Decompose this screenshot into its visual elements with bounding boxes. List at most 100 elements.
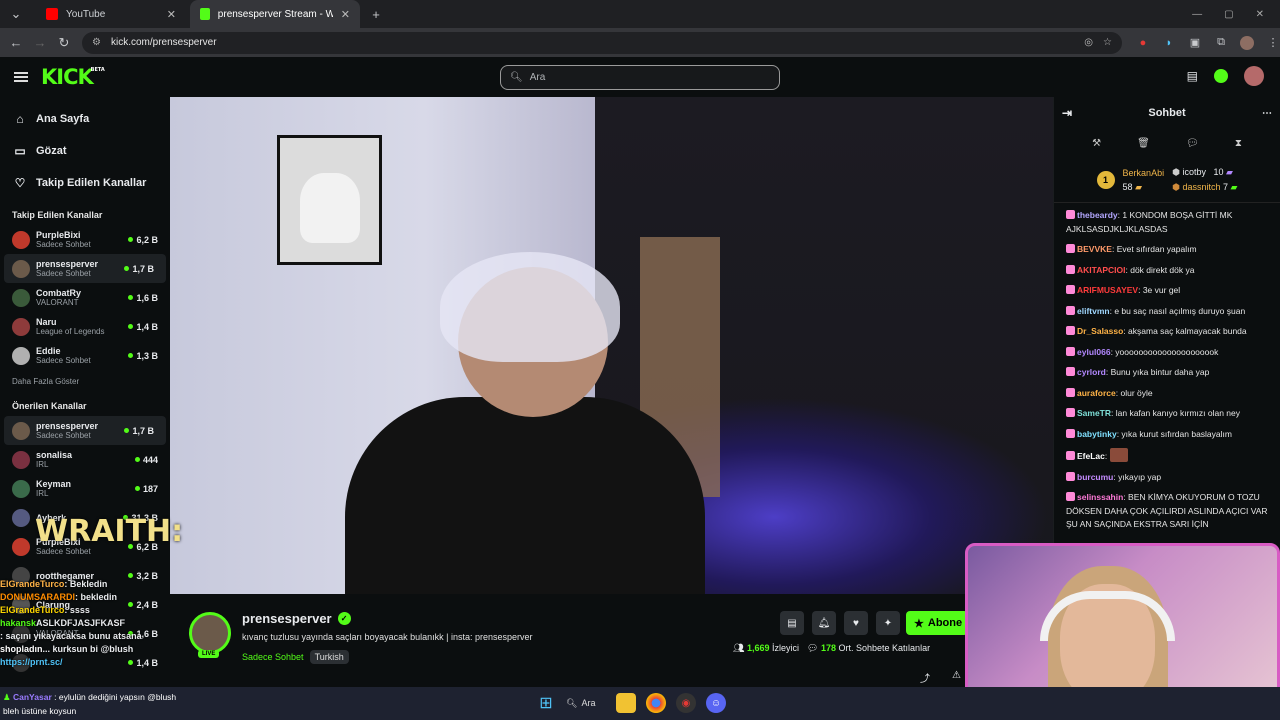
report-icon[interactable]: ⚠	[952, 670, 961, 681]
message-icon[interactable]: 💬︎	[1186, 138, 1199, 149]
sidebar-channel[interactable]: CombatRy VALORANT 1,6 B	[0, 283, 170, 312]
chat-username[interactable]: AKITAPCIOI	[1077, 265, 1125, 275]
chat-menu-icon[interactable]: ⋯	[1262, 108, 1272, 119]
sidebar-channel[interactable]: prensesperver Sadece Sohbet 1,7 B	[4, 416, 166, 445]
taskbar-search[interactable]: 🔍︎ Ara	[566, 693, 606, 713]
chat-text: yıkayıp yap	[1118, 471, 1162, 482]
reload-icon[interactable]: ↻	[52, 35, 76, 51]
chrome-icon[interactable]	[646, 693, 666, 713]
channel-category: Sadece Sohbet	[36, 431, 91, 440]
tab-title: prensesperver Stream - Watch l	[217, 8, 333, 20]
tab-kick[interactable]: prensesperver Stream - Watch l ✕	[190, 0, 360, 28]
stream-info: LIVE prensesperver ✓ kıvanç tuzlusu yayı…	[170, 594, 1053, 687]
chat-username[interactable]: eliftvmn	[1077, 306, 1110, 316]
tab-list-button[interactable]: ⌄	[4, 6, 28, 22]
channel-category: IRL	[36, 460, 49, 469]
forward-icon[interactable]: →	[28, 35, 52, 50]
emote	[1109, 448, 1128, 462]
nav-following[interactable]: ♡ Takip Edilen Kanallar	[14, 167, 156, 199]
user-avatar[interactable]	[1244, 66, 1264, 86]
extension-icon[interactable]: ●	[1136, 36, 1150, 50]
bell-icon[interactable]: 🔔︎	[812, 611, 836, 635]
sidebar-channel[interactable]: Keyman IRL 187	[0, 474, 170, 503]
profile-avatar[interactable]	[1240, 35, 1254, 50]
menu-dots-icon[interactable]: ⋮	[1266, 36, 1280, 50]
video-player[interactable]	[170, 97, 1053, 594]
subscribe-button[interactable]: ★ Abone	[906, 611, 968, 635]
nav-home[interactable]: ⌂ Ana Sayfa	[14, 103, 156, 135]
language-tag[interactable]: Turkish	[309, 650, 349, 664]
windows-start-icon[interactable]: ⊞	[536, 693, 556, 713]
new-tab-button[interactable]: +	[364, 7, 388, 22]
eye-off-icon[interactable]: ◎	[1084, 37, 1093, 48]
puzzle-icon[interactable]: ⧉	[1214, 36, 1228, 50]
channel-avatar	[12, 317, 30, 336]
back-icon[interactable]: ←	[4, 35, 28, 50]
site-info-icon[interactable]: ⚙	[92, 37, 101, 48]
live-dot-icon	[134, 486, 140, 491]
discord-icon[interactable]: ☺	[706, 693, 726, 713]
channel-avatar	[12, 288, 30, 307]
streamer-name[interactable]: prensesperver ✓	[242, 611, 351, 626]
file-explorer-icon[interactable]	[616, 693, 636, 713]
chat-username[interactable]: SameTR	[1077, 408, 1111, 418]
chat-text: olur öyle	[1120, 387, 1153, 398]
clip-icon[interactable]: ▤	[780, 611, 804, 635]
sub-badge-icon	[1066, 408, 1075, 417]
kick-logo[interactable]: KICK BETA	[41, 65, 105, 89]
channel-category: Sadece Sohbet	[36, 356, 91, 365]
share-icon[interactable]: ⤴	[920, 670, 930, 685]
chat-username[interactable]: BEVVKE	[1077, 244, 1112, 254]
chat-username[interactable]: EfeLac	[1077, 451, 1105, 461]
chat-text: Bunu yıka bintur daha yap	[1110, 367, 1210, 377]
channel-viewers: 1,7 B	[124, 264, 154, 274]
hourglass-icon[interactable]: ⧗	[1235, 138, 1242, 149]
star-icon: ★	[914, 617, 924, 630]
collapse-chat-icon[interactable]: ⇥	[1062, 106, 1072, 120]
sidebar-channel[interactable]: Eddie Sadece Sohbet 1,3 B	[0, 341, 170, 370]
chat-username[interactable]: burcumu	[1077, 472, 1113, 482]
sub-badge-icon	[1066, 285, 1075, 294]
sparkle-icon[interactable]: ✦	[876, 611, 900, 635]
url-field[interactable]: ⚙ kick.com/prensesperver ◎ ☆	[82, 31, 1122, 54]
chat-username[interactable]: babytinky	[1077, 429, 1117, 439]
tab-youtube[interactable]: YouTube ✕	[36, 0, 186, 28]
nav-browse[interactable]: ▭ Gözat	[14, 135, 156, 167]
follow-heart-icon[interactable]: ♥	[844, 611, 868, 635]
app-icon[interactable]: ◉	[676, 693, 696, 713]
sidebar-channel[interactable]: Naru League of Legends 1,4 B	[0, 312, 170, 341]
minimize-icon[interactable]: —	[1192, 9, 1202, 20]
sidebar-channel[interactable]: prensesperver Sadece Sohbet 1,7 B	[4, 254, 166, 283]
trash-icon[interactable]: 🗑︎	[1137, 138, 1150, 149]
chat-username[interactable]: cyrlord	[1077, 367, 1106, 377]
close-window-icon[interactable]: ✕	[1256, 9, 1264, 20]
maximize-icon[interactable]: ▢	[1224, 9, 1233, 20]
chat-username[interactable]: ARIFMUSAYEV	[1077, 285, 1138, 295]
sub-badge-icon	[1066, 492, 1075, 501]
chat-username[interactable]: eylul066	[1077, 347, 1111, 357]
hammer-icon[interactable]: ⚒	[1092, 138, 1101, 149]
chat-username[interactable]: selinssahin	[1077, 492, 1123, 502]
streamer-body	[345, 397, 705, 594]
extension-icon[interactable]: ▣	[1188, 36, 1202, 50]
close-tab-icon[interactable]: ✕	[167, 8, 176, 21]
close-tab-icon[interactable]: ✕	[341, 8, 350, 21]
stream-category-link[interactable]: Sadece Sohbet	[242, 652, 304, 662]
show-more-link[interactable]: Daha Fazla Göster	[0, 370, 170, 392]
mod-toolbar: ⚒ 🗑︎ 💬︎ ⧗	[1054, 129, 1280, 157]
theater-icon[interactable]: ▤	[1187, 69, 1198, 83]
bookmark-star-icon[interactable]: ☆	[1103, 37, 1112, 48]
extension-icon[interactable]: ◗	[1162, 36, 1176, 50]
channel-avatar	[12, 346, 30, 365]
sidebar-channel[interactable]: sonalisa IRL 444	[0, 445, 170, 474]
chat-username[interactable]: Dr_Salasso	[1077, 326, 1123, 336]
chat-username[interactable]: thebeardy	[1077, 210, 1118, 220]
search-input[interactable]: 🔍︎ Ara	[500, 65, 780, 90]
sidebar-channel[interactable]: PurpleBixi Sadece Sohbet 6,2 B	[0, 225, 170, 254]
menu-icon[interactable]	[14, 72, 28, 82]
viewers-icon: 👥︎	[733, 643, 745, 653]
kick-k-icon[interactable]	[1214, 69, 1228, 83]
gift-icon: ▰	[1226, 166, 1233, 177]
chat-username[interactable]: auraforce	[1077, 388, 1116, 398]
browse-icon: ▭	[14, 144, 26, 158]
